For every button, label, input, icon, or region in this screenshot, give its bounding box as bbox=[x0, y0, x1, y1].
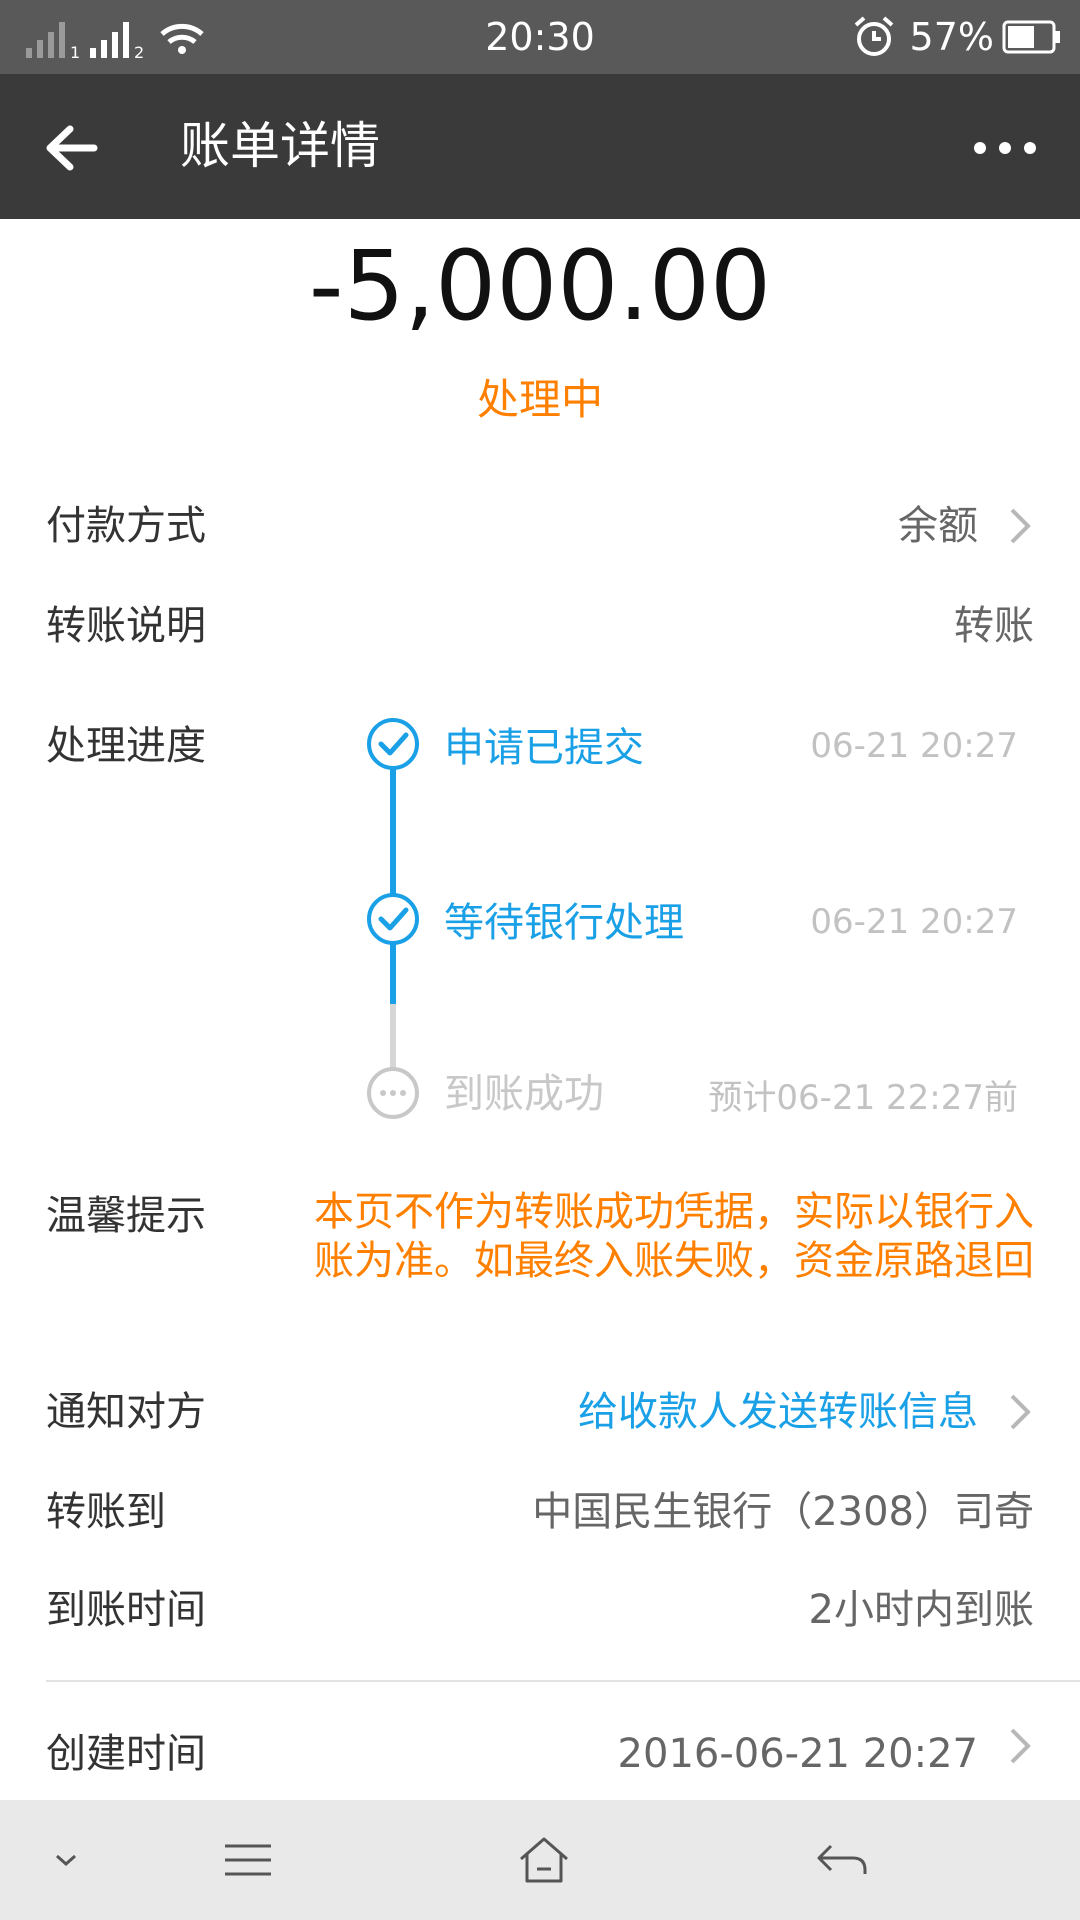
transfer-to-label: 转账到 bbox=[46, 1489, 166, 1535]
transfer-note-label: 转账说明 bbox=[46, 603, 206, 649]
progress-step-label: 到账成功 bbox=[444, 1071, 604, 1117]
collapse-button[interactable] bbox=[36, 1830, 96, 1890]
chevron-right-icon[interactable] bbox=[1004, 1392, 1034, 1432]
back-icon bbox=[817, 1844, 867, 1874]
more-dots-icon bbox=[974, 142, 1036, 154]
section-divider bbox=[46, 1680, 1080, 1682]
system-back-button[interactable] bbox=[812, 1830, 872, 1890]
back-button[interactable] bbox=[30, 110, 110, 186]
progress-step-label: 申请已提交 bbox=[444, 725, 644, 771]
more-button[interactable] bbox=[960, 110, 1050, 186]
tip-label: 温馨提示 bbox=[46, 1193, 206, 1239]
progress-step-time: 预计06-21 22:27前 bbox=[708, 1078, 1018, 1118]
menu-button[interactable] bbox=[218, 1830, 278, 1890]
notify-link[interactable]: 给收款人发送转账信息 bbox=[578, 1386, 978, 1438]
progress-step-time: 06-21 20:27 bbox=[810, 902, 1018, 942]
pending-dots-icon bbox=[367, 1067, 419, 1119]
transfer-note-value: 转账 bbox=[954, 603, 1034, 649]
home-button[interactable] bbox=[514, 1830, 574, 1890]
created-time-value[interactable]: 2016-06-21 20:27 bbox=[618, 1728, 978, 1780]
chevron-right-icon[interactable] bbox=[1004, 506, 1034, 546]
timeline-line-done bbox=[390, 768, 396, 1004]
transfer-to-value: 中国民生银行（2308）司奇 bbox=[532, 1489, 1034, 1535]
progress-label: 处理进度 bbox=[46, 723, 206, 769]
progress-step-label: 等待银行处理 bbox=[444, 900, 684, 946]
arrival-time-value: 2小时内到账 bbox=[808, 1587, 1034, 1633]
arrival-time-label: 到账时间 bbox=[46, 1587, 206, 1633]
home-icon bbox=[520, 1837, 568, 1883]
payment-method-label: 付款方式 bbox=[46, 503, 206, 549]
status-bar: 1 2 20:30 57% bbox=[0, 0, 1080, 74]
tip-notice: 本页不作为转账成功凭据，实际以银行入账为准。如最终入账失败，资金原路退回 bbox=[314, 1189, 1034, 1284]
chevron-right-icon[interactable] bbox=[1004, 1726, 1034, 1766]
notify-label: 通知对方 bbox=[46, 1389, 206, 1435]
check-circle-icon bbox=[367, 893, 419, 945]
payment-method-value[interactable]: 余额 bbox=[898, 500, 978, 552]
page-title: 账单详情 bbox=[180, 117, 380, 175]
progress-step-time: 06-21 20:27 bbox=[810, 726, 1018, 766]
status-right: 57% bbox=[852, 14, 1062, 60]
app-bar: 账单详情 bbox=[0, 74, 1080, 219]
alarm-icon bbox=[854, 16, 893, 56]
system-nav-bar bbox=[0, 1800, 1080, 1920]
bill-amount: -5,000.00 bbox=[308, 230, 772, 342]
battery-percent: 57% bbox=[909, 15, 994, 59]
created-time-label: 创建时间 bbox=[46, 1731, 206, 1777]
chevron-down-icon bbox=[56, 1854, 76, 1867]
bill-status: 处理中 bbox=[476, 375, 603, 424]
menu-icon bbox=[225, 1844, 271, 1876]
check-circle-icon bbox=[367, 718, 419, 770]
arrow-left-icon bbox=[46, 125, 98, 171]
battery-icon bbox=[1002, 20, 1060, 54]
